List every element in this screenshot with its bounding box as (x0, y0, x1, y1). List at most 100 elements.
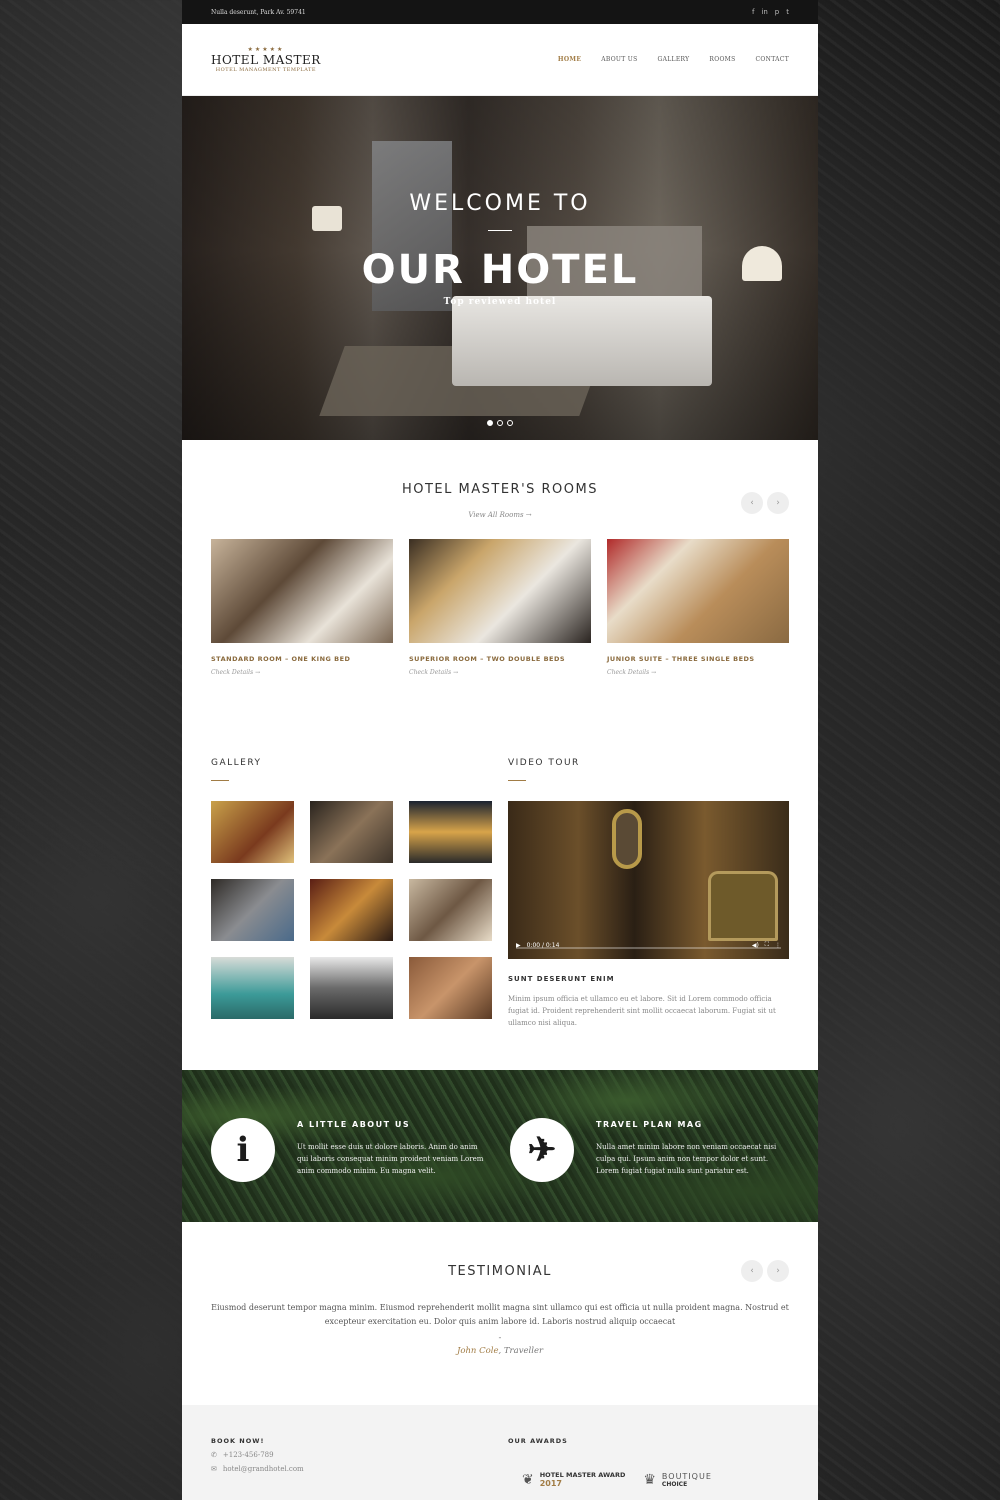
social-links: f in p t (752, 8, 789, 16)
phone-line: ✆ +123-456-789 (211, 1451, 492, 1459)
gallery-thumb[interactable] (409, 879, 492, 941)
email-icon: ✉ (211, 1465, 217, 1473)
gallery-thumb[interactable] (310, 957, 393, 1019)
logo-name: HOTEL MASTER (211, 53, 321, 67)
check-details-link[interactable]: Check Details → (211, 669, 393, 676)
room-list: STANDARD ROOM – ONE KING BED Check Detai… (182, 539, 818, 676)
title-underline (211, 780, 229, 781)
volume-icon[interactable]: ◀) (752, 942, 759, 949)
hero-title: OUR HOTEL (361, 247, 639, 293)
gallery-video-section: GALLERY VIDEO TOUR ▶ 0:00 / 0:14 ◀) ⛶ ⋮ … (182, 740, 818, 1070)
nav-rooms[interactable]: ROOMS (709, 56, 735, 63)
logo-subtitle: HOTEL MANAGMENT TEMPLATE (215, 67, 317, 73)
testimonial-carousel-arrows: ‹ › (741, 1260, 789, 1282)
room-card: STANDARD ROOM – ONE KING BED Check Detai… (211, 539, 393, 676)
hero-divider (488, 230, 512, 231)
award-item: ❦ HOTEL MASTER AWARD 2017 (522, 1471, 625, 1488)
slider-dots (182, 420, 818, 426)
award-year: 2017 (539, 1479, 562, 1488)
header: ★★★★★ HOTEL MASTER HOTEL MANAGMENT TEMPL… (182, 24, 818, 96)
room-card: JUNIOR SUITE – THREE SINGLE BEDS Check D… (607, 539, 789, 676)
testimonial-section: TESTIMONIAL ‹ › Eiusmod deserunt tempor … (182, 1222, 818, 1405)
room-image[interactable] (409, 539, 591, 643)
slider-dot[interactable] (487, 420, 493, 426)
award-name: BOUTIQUE (661, 1471, 712, 1481)
gallery-thumb[interactable] (310, 879, 393, 941)
check-details-link[interactable]: Check Details → (607, 669, 789, 676)
linkedin-icon[interactable]: in (761, 8, 767, 16)
hero-tagline: Top reviewed hotel (443, 297, 557, 307)
nav-about-us[interactable]: ABOUT US (601, 56, 637, 63)
gallery-thumb[interactable] (211, 801, 294, 863)
globe-plane-icon: ✈ (510, 1118, 574, 1182)
nav-home[interactable]: HOME (558, 56, 581, 63)
phone-icon: ✆ (211, 1451, 217, 1459)
book-now-column: BOOK NOW! ✆ +123-456-789 ✉ hotel@grandho… (211, 1437, 492, 1500)
testimonial-title: TESTIMONIAL (448, 1264, 552, 1279)
gallery-thumb[interactable] (211, 957, 294, 1019)
hero-slider: WELCOME TO OUR HOTEL Top reviewed hotel (182, 96, 818, 440)
info-band: i A LITTLE ABOUT US Ut mollit esse duis … (182, 1070, 818, 1222)
address-text: Nulla deserunt, Park Av. 59741 (211, 8, 306, 16)
slider-dot[interactable] (497, 420, 503, 426)
awards-title: OUR AWARDS (508, 1437, 568, 1445)
prev-arrow-icon[interactable]: ‹ (741, 492, 763, 514)
phone-number[interactable]: +123-456-789 (223, 1451, 274, 1459)
gallery: GALLERY (211, 740, 492, 1070)
play-icon[interactable]: ▶ (516, 942, 521, 949)
video-tour: VIDEO TOUR ▶ 0:00 / 0:14 ◀) ⛶ ⋮ SUNT DES… (508, 740, 789, 1070)
lion-crest-icon: ♛ (643, 1471, 656, 1488)
nav-gallery[interactable]: GALLERY (658, 56, 690, 63)
testimonial-divider: - (498, 1333, 502, 1342)
room-title[interactable]: STANDARD ROOM – ONE KING BED (211, 655, 393, 663)
twitter-icon[interactable]: t (786, 8, 789, 16)
video-heading: SUNT DESERUNT ENIM (508, 975, 615, 983)
hero-text: WELCOME TO OUR HOTEL Top reviewed hotel (182, 191, 818, 307)
author-name: John Cole (456, 1346, 499, 1356)
room-title[interactable]: JUNIOR SUITE – THREE SINGLE BEDS (607, 655, 789, 663)
room-image[interactable] (211, 539, 393, 643)
pinterest-icon[interactable]: p (775, 8, 779, 16)
footer: BOOK NOW! ✆ +123-456-789 ✉ hotel@grandho… (182, 1405, 818, 1500)
page-wrapper: Nulla deserunt, Park Av. 59741 f in p t … (182, 0, 818, 1500)
award-name: HOTEL MASTER AWARD (539, 1471, 626, 1479)
gallery-thumb[interactable] (409, 801, 492, 863)
video-controls: ▶ 0:00 / 0:14 ◀) ⛶ ⋮ (508, 931, 789, 959)
award-subtitle: CHOICE (661, 1480, 688, 1488)
gallery-thumb[interactable] (409, 957, 492, 1019)
rooms-carousel-arrows: ‹ › (741, 492, 789, 514)
room-title[interactable]: SUPERIOR ROOM – TWO DOUBLE BEDS (409, 655, 591, 663)
travel-plan-title: TRAVEL PLAN MAG (596, 1120, 703, 1129)
gallery-thumbnails (211, 801, 492, 1019)
video-time: 0:00 / 0:14 (526, 941, 560, 949)
testimonial-author: John Cole, Traveller (182, 1346, 818, 1356)
prev-arrow-icon[interactable]: ‹ (741, 1260, 763, 1282)
facebook-icon[interactable]: f (752, 8, 754, 16)
slider-dot[interactable] (507, 420, 513, 426)
video-player[interactable]: ▶ 0:00 / 0:14 ◀) ⛶ ⋮ (508, 801, 789, 959)
rooms-title: HOTEL MASTER'S ROOMS (401, 482, 598, 497)
check-details-link[interactable]: Check Details → (409, 669, 591, 676)
travel-plan-block: ✈ TRAVEL PLAN MAG Nulla amet minim labor… (510, 1118, 789, 1222)
video-mirror-graphic (612, 809, 642, 869)
gallery-thumb[interactable] (310, 801, 393, 863)
award-item: ♛ BOUTIQUE CHOICE (643, 1471, 712, 1488)
gallery-thumb[interactable] (211, 879, 294, 941)
nav-contact[interactable]: CONTACT (756, 56, 789, 63)
view-all-rooms-link[interactable]: View All Rooms → (182, 511, 818, 519)
more-options-icon[interactable]: ⋮ (775, 942, 781, 949)
gallery-title: GALLERY (211, 758, 262, 768)
awards-list: ❦ HOTEL MASTER AWARD 2017 ♛ BOUTIQUE CHO… (508, 1471, 789, 1488)
email-address[interactable]: hotel@grandhotel.com (223, 1465, 304, 1473)
next-arrow-icon[interactable]: › (767, 492, 789, 514)
logo-stars: ★★★★★ (247, 46, 285, 53)
fullscreen-icon[interactable]: ⛶ (765, 941, 769, 949)
about-us-block: i A LITTLE ABOUT US Ut mollit esse duis … (211, 1118, 490, 1222)
rooms-section: HOTEL MASTER'S ROOMS View All Rooms → ‹ … (182, 440, 818, 740)
room-image[interactable] (607, 539, 789, 643)
hero-bed-graphic (452, 296, 712, 386)
next-arrow-icon[interactable]: › (767, 1260, 789, 1282)
book-now-title: BOOK NOW! (211, 1437, 265, 1445)
logo[interactable]: ★★★★★ HOTEL MASTER HOTEL MANAGMENT TEMPL… (211, 46, 321, 73)
hero-welcome: WELCOME TO (409, 191, 591, 216)
